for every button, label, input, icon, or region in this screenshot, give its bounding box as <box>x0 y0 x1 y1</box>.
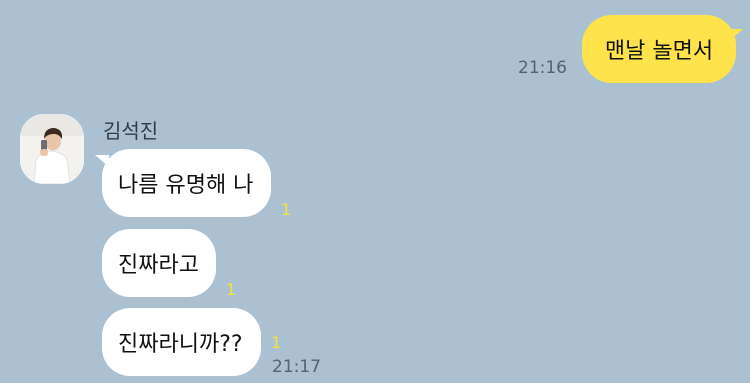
outgoing-message-text: 맨날 놀면서 <box>604 39 714 64</box>
profile-photo-icon <box>20 114 84 184</box>
incoming-message-bubble[interactable]: 진짜라니까?? <box>102 308 261 376</box>
outgoing-message-bubble[interactable]: 맨날 놀면서 <box>582 15 743 83</box>
sender-avatar[interactable] <box>20 114 84 184</box>
incoming-message-bubble[interactable]: 진짜라고 <box>102 229 216 297</box>
incoming-message-text: 나름 유명해 나 <box>118 173 254 198</box>
unread-count: 1 <box>226 280 237 299</box>
incoming-message-bubble[interactable]: 나름 유명해 나 <box>95 149 271 217</box>
incoming-message-text: 진짜라고 <box>118 253 199 278</box>
chat-room: 맨날 놀면서 21:16 김석진 나름 유명해 나 1 진짜라고 1 진짜라니까… <box>0 0 750 383</box>
unread-count: 1 <box>281 200 292 219</box>
unread-count: 1 <box>271 333 282 352</box>
message-timestamp: 21:16 <box>518 58 567 78</box>
incoming-message-text: 진짜라니까?? <box>118 332 243 357</box>
message-timestamp: 21:17 <box>272 357 321 377</box>
sender-name: 김석진 <box>103 119 159 143</box>
